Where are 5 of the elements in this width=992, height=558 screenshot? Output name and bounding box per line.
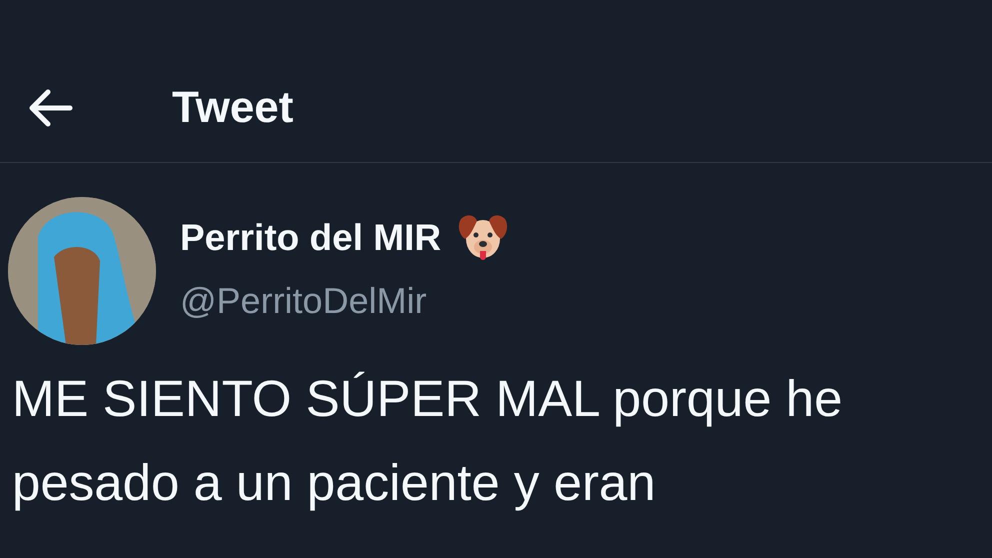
author-handle[interactable]: @PerritoDelMir [180, 281, 510, 321]
author-name[interactable]: Perrito del MIR [180, 218, 442, 258]
dog-face-icon [457, 213, 510, 263]
page-title: Tweet [172, 86, 294, 130]
tweet-text: ME SIENTO SÚPER MAL porque he pesado a un paciente y eran [11, 369, 844, 513]
